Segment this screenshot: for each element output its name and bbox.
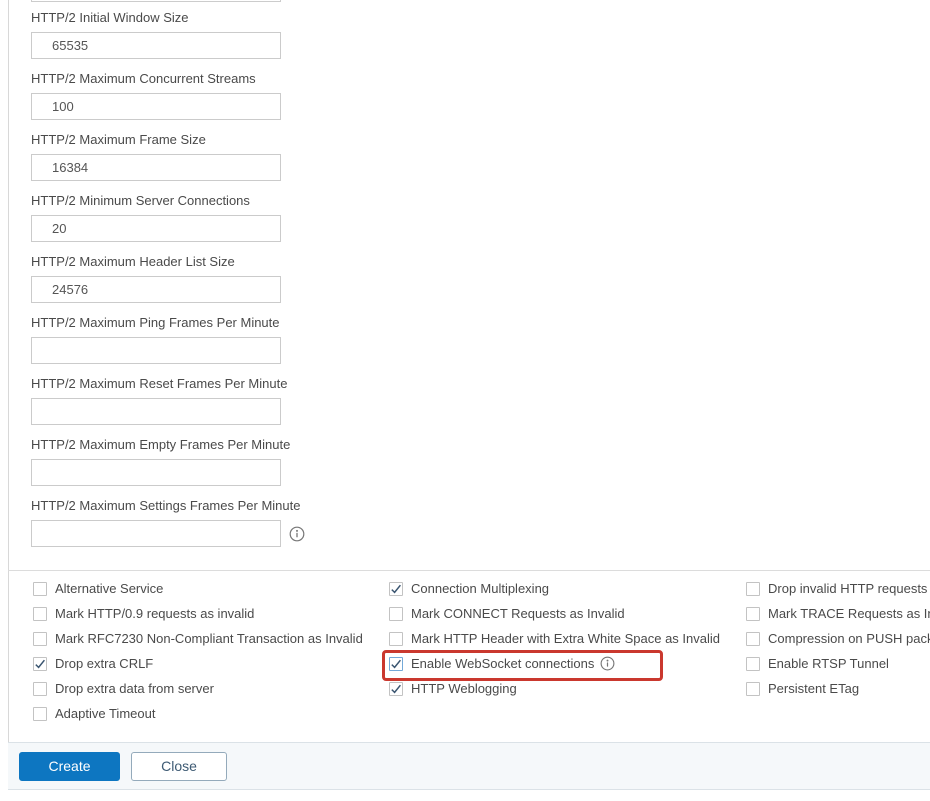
checkbox-compression-on-push-packets[interactable] (746, 632, 760, 646)
checkbox-mark-connect-requests-as-invalid[interactable] (389, 607, 403, 621)
field-input-1[interactable] (31, 93, 281, 120)
checkbox-label: Mark RFC7230 Non-Compliant Transaction a… (55, 631, 363, 646)
info-icon[interactable] (289, 526, 305, 542)
pane-left-border (8, 0, 9, 790)
checkbox-label: Compression on PUSH packets (768, 631, 930, 646)
footer-bar: Create Close (8, 742, 930, 790)
checkbox-label: Connection Multiplexing (411, 581, 549, 596)
field-label: HTTP/2 Initial Window Size (31, 11, 305, 25)
close-button[interactable]: Close (131, 752, 227, 781)
field-label: HTTP/2 Maximum Reset Frames Per Minute (31, 377, 305, 391)
field-input-6[interactable] (31, 398, 281, 425)
field-input-5[interactable] (31, 337, 281, 364)
form-field-0: HTTP/2 Initial Window Size (31, 11, 305, 59)
checkbox-row: Drop extra data from server (33, 676, 363, 701)
checkbox-row: Mark RFC7230 Non-Compliant Transaction a… (33, 626, 363, 651)
checkbox-mark-http-0-9-requests-as-invalid[interactable] (33, 607, 47, 621)
checkbox-row: Mark TRACE Requests as Invalid (746, 601, 930, 626)
clipped-input-above[interactable] (31, 0, 281, 2)
field-input-8[interactable] (31, 520, 281, 547)
field-input-7[interactable] (31, 459, 281, 486)
checkbox-label: Enable WebSocket connections (411, 656, 594, 671)
checkbox-row: Enable WebSocket connections (389, 651, 720, 676)
checkbox-label: Drop extra CRLF (55, 656, 153, 671)
checkbox-column-3: Drop invalid HTTP requests Mark TRACE Re… (746, 576, 930, 701)
checkbox-column-2: Connection Multiplexing Mark CONNECT Req… (389, 576, 720, 701)
checkbox-mark-rfc7230-non-compliant-transaction-as-invalid[interactable] (33, 632, 47, 646)
field-label: HTTP/2 Maximum Settings Frames Per Minut… (31, 499, 305, 513)
form-field-6: HTTP/2 Maximum Reset Frames Per Minute (31, 377, 305, 425)
checkbox-persistent-etag[interactable] (746, 682, 760, 696)
checkbox-http-weblogging[interactable] (389, 682, 403, 696)
checkbox-label: Mark TRACE Requests as Invalid (768, 606, 930, 621)
checkbox-drop-extra-data-from-server[interactable] (33, 682, 47, 696)
checkbox-enable-rtsp-tunnel[interactable] (746, 657, 760, 671)
checkbox-row: Enable RTSP Tunnel (746, 651, 930, 676)
http2-fields-group: HTTP/2 Initial Window Size HTTP/2 Maximu… (31, 11, 305, 560)
checkbox-mark-trace-requests-as-invalid[interactable] (746, 607, 760, 621)
field-label: HTTP/2 Maximum Concurrent Streams (31, 72, 305, 86)
form-field-7: HTTP/2 Maximum Empty Frames Per Minute (31, 438, 305, 486)
checkbox-row: Alternative Service (33, 576, 363, 601)
checkbox-label: Adaptive Timeout (55, 706, 155, 721)
checkbox-label: Persistent ETag (768, 681, 859, 696)
form-field-8: HTTP/2 Maximum Settings Frames Per Minut… (31, 499, 305, 547)
form-field-3: HTTP/2 Minimum Server Connections (31, 194, 305, 242)
checkbox-row: Mark HTTP Header with Extra White Space … (389, 626, 720, 651)
checkbox-row: Connection Multiplexing (389, 576, 720, 601)
checkbox-label: Mark HTTP Header with Extra White Space … (411, 631, 720, 646)
checkbox-enable-websocket-connections[interactable] (389, 657, 403, 671)
create-button[interactable]: Create (19, 752, 120, 781)
checkbox-row: Persistent ETag (746, 676, 930, 701)
field-input-2[interactable] (31, 154, 281, 181)
checkbox-row: Drop invalid HTTP requests (746, 576, 930, 601)
field-label: HTTP/2 Maximum Header List Size (31, 255, 305, 269)
form-field-1: HTTP/2 Maximum Concurrent Streams (31, 72, 305, 120)
form-field-4: HTTP/2 Maximum Header List Size (31, 255, 305, 303)
checkbox-label: Drop extra data from server (55, 681, 214, 696)
field-label: HTTP/2 Maximum Empty Frames Per Minute (31, 438, 305, 452)
checkbox-label: Enable RTSP Tunnel (768, 656, 889, 671)
checkbox-label: HTTP Weblogging (411, 681, 517, 696)
checkbox-label: Alternative Service (55, 581, 163, 596)
form-field-2: HTTP/2 Maximum Frame Size (31, 133, 305, 181)
form-field-5: HTTP/2 Maximum Ping Frames Per Minute (31, 316, 305, 364)
checkbox-row: Adaptive Timeout (33, 701, 363, 726)
checkbox-row: Mark HTTP/0.9 requests as invalid (33, 601, 363, 626)
checkbox-mark-http-header-with-extra-white-space-as-invalid[interactable] (389, 632, 403, 646)
info-icon[interactable] (600, 656, 615, 671)
checkbox-row: Compression on PUSH packets (746, 626, 930, 651)
checkbox-drop-extra-crlf[interactable] (33, 657, 47, 671)
checkbox-label: Drop invalid HTTP requests (768, 581, 927, 596)
http-profile-form: { "form": { "fields": [ {"label": "HTTP/… (0, 0, 930, 801)
field-label: HTTP/2 Maximum Ping Frames Per Minute (31, 316, 305, 330)
checkbox-connection-multiplexing[interactable] (389, 582, 403, 596)
checkbox-drop-invalid-http-requests[interactable] (746, 582, 760, 596)
checkbox-alternative-service[interactable] (33, 582, 47, 596)
field-input-3[interactable] (31, 215, 281, 242)
checkbox-label: Mark HTTP/0.9 requests as invalid (55, 606, 254, 621)
checkbox-row: HTTP Weblogging (389, 676, 720, 701)
checkbox-row: Mark CONNECT Requests as Invalid (389, 601, 720, 626)
checkbox-adaptive-timeout[interactable] (33, 707, 47, 721)
checkbox-label: Mark CONNECT Requests as Invalid (411, 606, 625, 621)
field-label: HTTP/2 Minimum Server Connections (31, 194, 305, 208)
checkbox-row: Drop extra CRLF (33, 651, 363, 676)
field-label: HTTP/2 Maximum Frame Size (31, 133, 305, 147)
field-input-4[interactable] (31, 276, 281, 303)
field-input-0[interactable] (31, 32, 281, 59)
checkbox-section-divider (8, 570, 930, 571)
checkbox-column-1: Alternative Service Mark HTTP/0.9 reques… (33, 576, 363, 726)
